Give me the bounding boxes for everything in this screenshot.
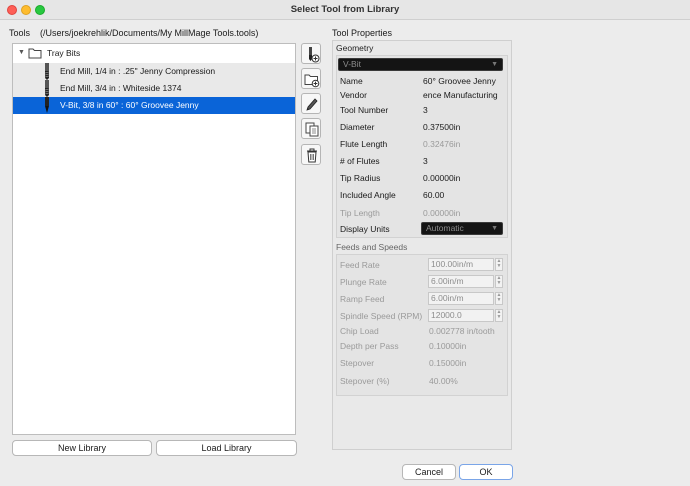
flutes-label: # of Flutes xyxy=(340,156,380,166)
edit-tool-button[interactable] xyxy=(301,93,321,114)
feed-rate-label: Feed Rate xyxy=(340,260,380,270)
vendor-label: Vendor xyxy=(340,90,367,100)
depth-per-pass-value: 0.10000in xyxy=(429,341,467,351)
expand-arrow-icon[interactable]: ▼ xyxy=(18,49,25,56)
depth-per-pass-label: Depth per Pass xyxy=(340,341,399,351)
tool-number-label: Tool Number xyxy=(340,105,389,115)
library-path: (/Users/joekrehlik/Documents/My MillMage… xyxy=(40,28,259,38)
folder-label: Tray Bits xyxy=(47,48,81,58)
included-angle-value[interactable]: 60.00 xyxy=(423,190,444,200)
spindle-speed-input[interactable]: 12000.0 xyxy=(428,309,494,322)
flutes-value[interactable]: 3 xyxy=(423,156,428,166)
display-units-value: Automatic xyxy=(426,223,464,233)
tool-type-value: V-Bit xyxy=(343,59,361,69)
plunge-rate-label: Plunge Rate xyxy=(340,277,387,287)
stepover-label: Stepover xyxy=(340,358,375,368)
title-bar: Select Tool from Library xyxy=(0,0,690,20)
stepover-percent-label: Stepover (%) xyxy=(340,376,390,386)
new-folder-button[interactable] xyxy=(301,68,321,89)
tool-type-select[interactable]: V-Bit ▼ xyxy=(338,58,503,71)
flute-length-label: Flute Length xyxy=(340,139,388,149)
tip-radius-label: Tip Radius xyxy=(340,173,381,183)
feed-rate-stepper[interactable]: ▲ ▼ xyxy=(495,258,503,271)
tip-radius-value[interactable]: 0.00000in xyxy=(423,173,460,183)
tool-item[interactable]: End Mill, 1/4 in : .25" Jenny Compressio… xyxy=(13,63,295,80)
folder-icon xyxy=(28,47,42,61)
cancel-button[interactable]: Cancel xyxy=(402,464,456,480)
tool-item[interactable]: End Mill, 3/4 in : Whiteside 1374 xyxy=(13,80,295,97)
load-library-button[interactable]: Load Library xyxy=(156,440,297,456)
ramp-feed-label: Ramp Feed xyxy=(340,294,385,304)
ramp-feed-stepper[interactable]: ▲ ▼ xyxy=(495,292,503,305)
ramp-feed-input[interactable]: 6.00in/m xyxy=(428,292,494,305)
included-angle-label: Included Angle xyxy=(340,190,396,200)
name-label: Name xyxy=(340,76,363,86)
display-units-label: Display Units xyxy=(340,224,390,234)
plunge-rate-input[interactable]: 6.00in/m xyxy=(428,275,494,288)
chip-load-value: 0.002778 in/tooth xyxy=(429,326,495,336)
stepover-value: 0.15000in xyxy=(429,358,467,368)
tool-item-label: End Mill, 3/4 in : Whiteside 1374 xyxy=(60,83,182,93)
feed-rate-input[interactable]: 100.00in/m xyxy=(428,258,494,271)
tool-item-label: End Mill, 1/4 in : .25" Jenny Compressio… xyxy=(60,66,216,76)
tool-number-value[interactable]: 3 xyxy=(423,105,428,115)
chevron-down-icon: ▼ xyxy=(491,61,498,68)
diameter-value[interactable]: 0.37500in xyxy=(423,122,460,132)
new-tool-button[interactable] xyxy=(301,43,321,64)
geometry-group-title: Geometry xyxy=(336,43,374,53)
feeds-speeds-group-title: Feeds and Speeds xyxy=(336,242,408,252)
tool-tree[interactable]: ▼ Tray Bits End Mill, 1/4 in : .25" Jenn… xyxy=(12,43,296,435)
tools-label: Tools xyxy=(9,28,31,38)
tool-item-selected[interactable]: V-Bit, 3/8 in 60° : 60° Groovee Jenny xyxy=(13,97,295,114)
flute-length-value[interactable]: 0.32476in xyxy=(423,139,460,149)
chevron-down-icon: ▼ xyxy=(491,225,498,232)
ok-button[interactable]: OK xyxy=(459,464,513,480)
tool-properties-header: Tool Properties xyxy=(332,28,393,38)
vendor-value[interactable]: ence Manufacturing xyxy=(423,90,498,100)
window-title: Select Tool from Library xyxy=(290,4,400,15)
new-library-button[interactable]: New Library xyxy=(12,440,152,456)
plunge-rate-stepper[interactable]: ▲ ▼ xyxy=(495,275,503,288)
stepover-percent-value: 40.00% xyxy=(429,376,458,386)
chip-load-label: Chip Load xyxy=(340,326,379,336)
tip-length-label: Tip Length xyxy=(340,208,380,218)
name-value[interactable]: 60° Groovee Jenny xyxy=(423,76,496,86)
delete-tool-button[interactable] xyxy=(301,144,321,165)
spindle-speed-stepper[interactable]: ▲ ▼ xyxy=(495,309,503,322)
v-bit-icon xyxy=(42,97,52,116)
tip-length-value[interactable]: 0.00000in xyxy=(423,208,460,218)
diameter-label: Diameter xyxy=(340,122,375,132)
display-units-select[interactable]: Automatic ▼ xyxy=(421,222,503,235)
tool-item-label: V-Bit, 3/8 in 60° : 60° Groovee Jenny xyxy=(60,100,199,110)
spindle-speed-label: Spindle Speed (RPM) xyxy=(340,311,423,321)
copy-tool-button[interactable] xyxy=(301,118,321,139)
tree-folder-row[interactable]: ▼ Tray Bits xyxy=(13,45,295,62)
